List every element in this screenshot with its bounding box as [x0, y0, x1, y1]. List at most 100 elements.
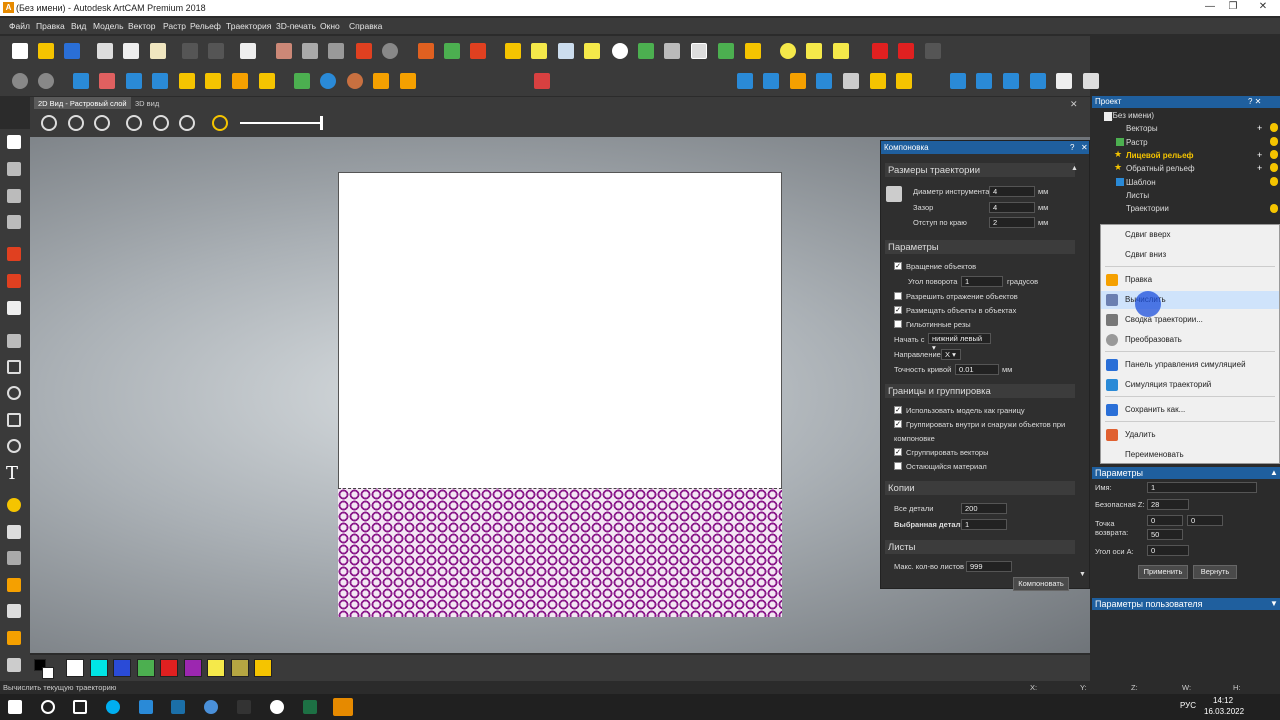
- brightness-slider[interactable]: [240, 122, 322, 124]
- tree-raster[interactable]: Растр: [1126, 138, 1148, 147]
- sphere-icon[interactable]: [38, 73, 54, 89]
- scale-icon[interactable]: [7, 215, 21, 229]
- menu-raster[interactable]: Растр: [163, 21, 186, 31]
- bulb-icon[interactable]: [1270, 163, 1278, 172]
- tab-2d-view[interactable]: 2D Вид - Растровый слой: [34, 97, 131, 109]
- color-swatch[interactable]: [89, 659, 108, 677]
- group-vectors-checkbox[interactable]: ✓: [894, 448, 902, 456]
- calc-icon[interactable]: [718, 43, 734, 59]
- mirror-checkbox[interactable]: [894, 292, 902, 300]
- bulb-icon[interactable]: [1270, 150, 1278, 159]
- reset-relief-icon[interactable]: [898, 43, 914, 59]
- paint-bucket-icon[interactable]: [7, 274, 21, 288]
- menu-simulate[interactable]: Симуляция траекторий: [1101, 376, 1279, 394]
- menu-toolpath[interactable]: Траектория: [226, 21, 271, 31]
- edge-offset-input[interactable]: 2: [989, 217, 1035, 228]
- circle-icon[interactable]: [7, 386, 21, 400]
- add-icon[interactable]: +: [1257, 123, 1262, 133]
- delete-relief-icon[interactable]: [872, 43, 888, 59]
- relief-green-icon[interactable]: [444, 43, 460, 59]
- direction-select[interactable]: X ▾: [941, 349, 961, 360]
- user-params-header[interactable]: Параметры пользователя ▼: [1092, 598, 1280, 610]
- remaining-checkbox[interactable]: [894, 462, 902, 470]
- inlay-icon[interactable]: [843, 73, 859, 89]
- edge-icon[interactable]: [139, 700, 153, 714]
- revert-button[interactable]: Вернуть: [1193, 565, 1237, 579]
- shape-icon[interactable]: [152, 73, 168, 89]
- selected-part-input[interactable]: 1: [961, 519, 1007, 530]
- node-edit-icon[interactable]: [7, 162, 21, 176]
- close-view-icon[interactable]: ✕: [1066, 97, 1082, 109]
- bulb-icon[interactable]: [1270, 123, 1278, 132]
- return-y-input[interactable]: 0: [1187, 515, 1223, 526]
- collapse-icon[interactable]: ▲: [1270, 467, 1278, 479]
- max-sheets-input[interactable]: 999: [966, 561, 1012, 572]
- nested-pattern[interactable]: [338, 488, 782, 617]
- distribute-icon[interactable]: [302, 43, 318, 59]
- add-icon[interactable]: +: [1257, 150, 1262, 160]
- zoom-prev-icon[interactable]: [94, 115, 110, 131]
- tab-3d-view[interactable]: 3D вид: [131, 97, 163, 109]
- tree-sheets[interactable]: Листы: [1126, 191, 1149, 200]
- zoom-all-icon[interactable]: [179, 115, 195, 131]
- import-icon[interactable]: [505, 43, 521, 59]
- undo-icon[interactable]: [182, 43, 198, 59]
- tree-front-relief[interactable]: Лицевой рельеф: [1126, 151, 1194, 160]
- menu-view[interactable]: Вид: [71, 21, 86, 31]
- windows-start-icon[interactable]: [8, 700, 22, 714]
- color-swatch[interactable]: [254, 659, 272, 677]
- pen-icon[interactable]: [7, 578, 21, 592]
- cube-icon[interactable]: [126, 73, 142, 89]
- wand-icon[interactable]: [7, 631, 21, 645]
- scroll-up-icon[interactable]: ▲: [1071, 165, 1078, 172]
- menu-save-as[interactable]: Сохранить как...: [1101, 401, 1279, 419]
- tree-root[interactable]: (Без имени): [1110, 111, 1154, 120]
- section-toolpath-sizes[interactable]: Размеры траектории: [885, 163, 1075, 177]
- color-swatch[interactable]: [207, 659, 225, 677]
- zoom-fit-icon[interactable]: [153, 115, 169, 131]
- safe-z-input[interactable]: 28: [1147, 499, 1189, 510]
- shape-fill-icon[interactable]: [7, 301, 21, 315]
- cylinder-icon[interactable]: [320, 73, 336, 89]
- zoom-in-icon[interactable]: [41, 115, 57, 131]
- menu-3dprint[interactable]: 3D-печать: [276, 21, 316, 31]
- bulb-icon[interactable]: [1270, 177, 1278, 186]
- tree-template[interactable]: Шаблон: [1126, 178, 1156, 187]
- task-view-icon[interactable]: [73, 700, 87, 714]
- return-z-input[interactable]: 50: [1147, 529, 1183, 540]
- grid-icon[interactable]: [328, 43, 344, 59]
- section-bounds[interactable]: Границы и группировка: [885, 384, 1075, 398]
- yandex-icon[interactable]: [270, 700, 284, 714]
- open-folder-icon[interactable]: [38, 43, 54, 59]
- inside-checkbox[interactable]: ✓: [894, 306, 902, 314]
- brush-icon[interactable]: [7, 525, 21, 539]
- color-swatch[interactable]: [66, 659, 84, 677]
- profile-icon[interactable]: [763, 73, 779, 89]
- menu-summary[interactable]: Сводка траектории...: [1101, 311, 1279, 329]
- cut-icon[interactable]: [97, 43, 113, 59]
- zoom-1to1-icon[interactable]: [126, 115, 142, 131]
- search-icon[interactable]: [41, 700, 55, 714]
- drop-icon[interactable]: [7, 498, 21, 512]
- move-arrows-icon[interactable]: [470, 43, 486, 59]
- color-swatch[interactable]: [113, 659, 131, 677]
- texture-icon[interactable]: [664, 43, 680, 59]
- menu-delete[interactable]: Удалить: [1101, 426, 1279, 444]
- name-input[interactable]: 1: [1147, 482, 1257, 493]
- color-swatch[interactable]: [230, 659, 249, 677]
- excel-icon[interactable]: [303, 700, 317, 714]
- slider-handle[interactable]: [320, 116, 323, 130]
- redo-icon[interactable]: [208, 43, 224, 59]
- menu-sim-panel[interactable]: Панель управления симуляцией: [1101, 356, 1279, 374]
- artcam-taskbar-icon[interactable]: [333, 698, 353, 716]
- sim-icon[interactable]: [950, 73, 966, 89]
- rectangle-icon[interactable]: [7, 360, 21, 374]
- wave-icon[interactable]: [833, 43, 849, 59]
- polygon-icon[interactable]: [7, 413, 21, 427]
- engrave-icon[interactable]: [816, 73, 832, 89]
- diamond-icon[interactable]: [73, 73, 89, 89]
- send-icon[interactable]: [1056, 73, 1072, 89]
- menu-edit[interactable]: Правка: [36, 21, 65, 31]
- curve-icon[interactable]: [584, 43, 600, 59]
- guillotine-checkbox[interactable]: [894, 320, 902, 328]
